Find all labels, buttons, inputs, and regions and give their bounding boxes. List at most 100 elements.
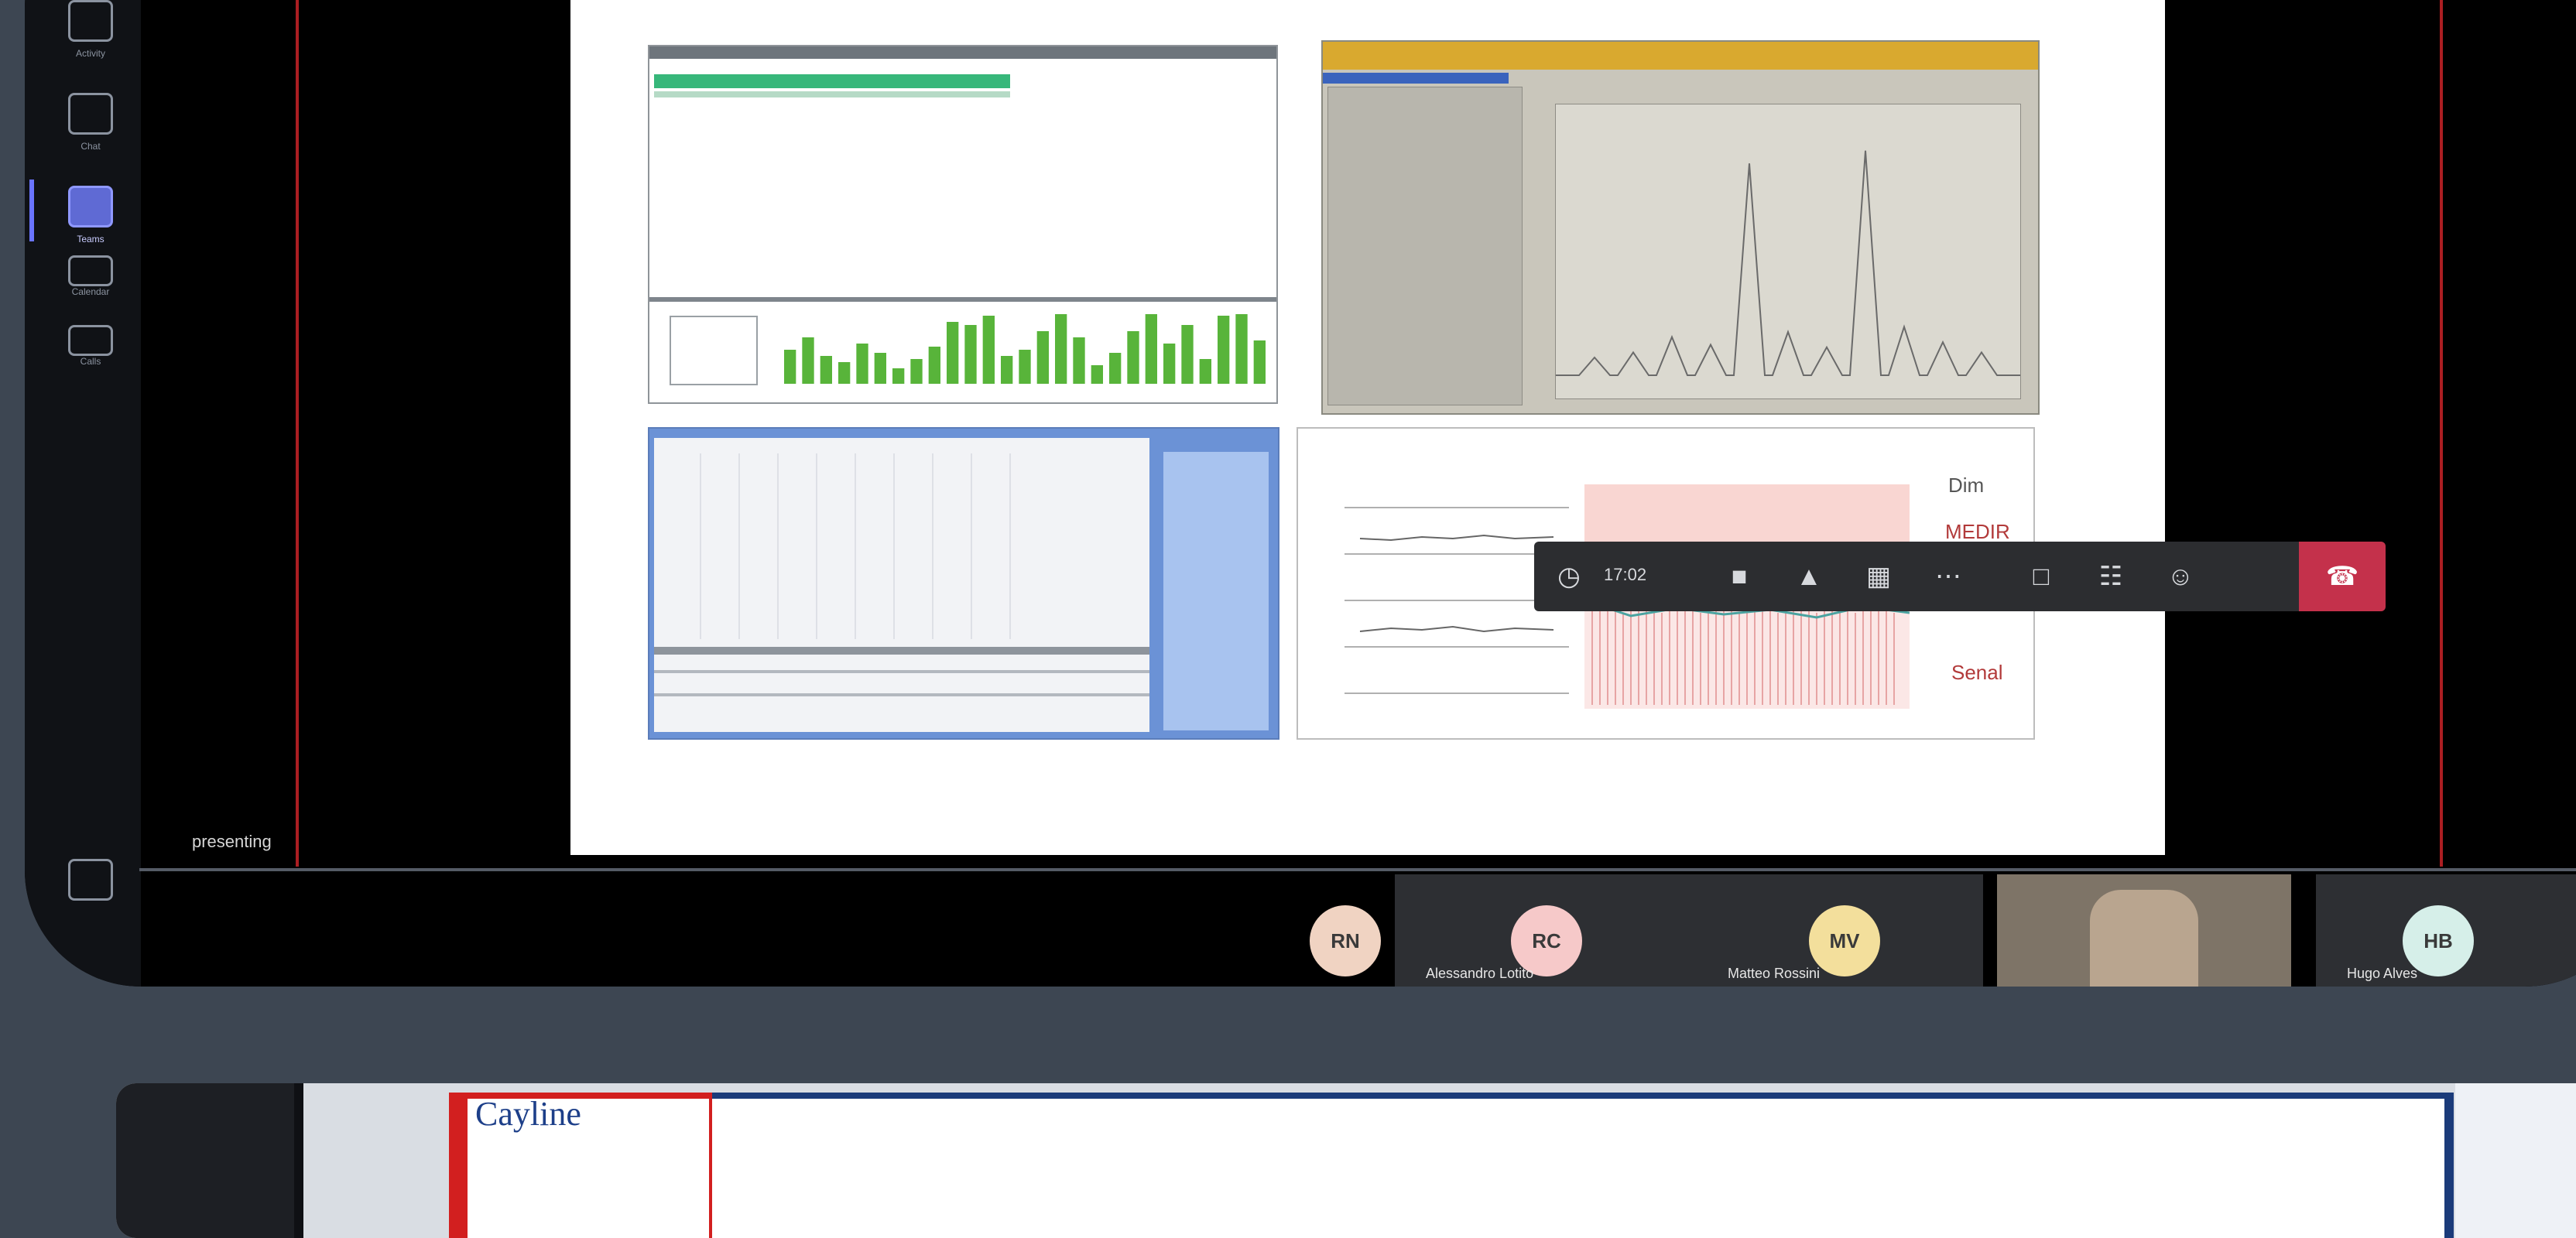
rail-active-indicator <box>29 180 34 241</box>
document-area <box>458 1099 2444 1238</box>
data-grid <box>1327 87 1523 405</box>
presenter-label: presenting <box>192 832 272 851</box>
graph-bar <box>820 356 832 384</box>
side-pane <box>1163 452 1269 730</box>
chat-icon: □ <box>2033 561 2050 591</box>
avatar: RN <box>1310 905 1381 976</box>
graph-bar <box>1055 314 1067 384</box>
graph-bar <box>1036 331 1049 384</box>
graph-bar <box>1218 316 1230 384</box>
graph-bar <box>1145 314 1157 384</box>
window-right-pane <box>2455 1083 2576 1238</box>
graph-bar <box>802 337 814 384</box>
call-timer: 17:02 <box>1604 565 1647 584</box>
graph-bar <box>1235 314 1248 384</box>
rail-item-calls[interactable]: Calls <box>56 325 125 410</box>
camera-button[interactable]: ■ <box>1704 542 1774 611</box>
spectrum-line <box>1556 150 2020 376</box>
participant-video-tile[interactable] <box>1997 874 2291 987</box>
people-button[interactable]: ☷ <box>2076 542 2146 611</box>
stage-divider <box>139 868 2576 871</box>
label-medir: MEDIR <box>1945 520 2010 543</box>
graph-bar <box>1181 325 1194 384</box>
stage-border-right <box>2440 0 2443 867</box>
progress-strip-secondary <box>654 91 1010 97</box>
sheet-gridlines <box>654 453 1149 696</box>
label-dim: Dim <box>1948 474 1985 497</box>
reactions-icon: ☺ <box>2167 561 2194 591</box>
apps-icon <box>68 859 113 901</box>
panel-titlebar <box>649 46 1276 59</box>
screenshot-panel-top-right <box>1321 40 2040 415</box>
green-bar-graph <box>784 314 1266 384</box>
rail-item-apps[interactable] <box>56 859 125 944</box>
participant-name: Alessandro Lotito <box>1426 966 1534 981</box>
more-button[interactable]: ⋯ <box>1913 542 1983 611</box>
participant-name: Matteo Rossini <box>1728 966 1821 981</box>
mic-button[interactable]: ▲ <box>1774 542 1844 611</box>
panel-titlebar <box>1323 42 2038 70</box>
meeting-toolbar: ◷ 17:02 ■ ▲ ▦ ⋯ □ ☷ ☺ ☎ <box>1534 542 2386 611</box>
screenshot-panel-top-left <box>648 45 1278 404</box>
graph-bar <box>1127 331 1139 384</box>
mic-icon: ▲ <box>1796 561 1822 591</box>
participant-tile[interactable]: RC Alessandro Lotito <box>1395 874 1689 987</box>
second-window: Cayline <box>116 1083 2576 1238</box>
phone-icon <box>68 325 113 356</box>
graph-bar <box>892 368 905 384</box>
graph-bar <box>1001 356 1013 384</box>
shared-slide: Dim MEDIR Dos/Dec Senal ◷ 17:02 ■ ▲ ▦ ⋯ … <box>570 0 2386 855</box>
camera-icon: ■ <box>1731 561 1748 591</box>
document-tab[interactable]: Cayline <box>468 1095 709 1238</box>
share-icon: ▦ <box>1865 562 1892 591</box>
window-sidebar-divider <box>294 1083 303 1238</box>
rail-item-chat[interactable]: Chat <box>56 93 125 178</box>
mini-window <box>670 316 758 385</box>
spectrum-plot <box>1555 104 2021 399</box>
reactions-button[interactable]: ☺ <box>2146 542 2215 611</box>
document-tab-title: Cayline <box>475 1095 581 1133</box>
calendar-icon <box>68 255 113 286</box>
window-sidebar <box>116 1083 294 1238</box>
graph-bar <box>784 350 796 384</box>
graph-bar <box>1199 359 1211 384</box>
graph-bar <box>1091 365 1103 384</box>
table-sheet <box>654 438 1149 732</box>
graph-bar <box>1163 344 1176 384</box>
meeting-window: Activity Chat Teams Calendar Calls prese… <box>25 0 2576 987</box>
more-icon: ⋯ <box>1935 562 1961 591</box>
label-senal: Senal <box>1951 661 2003 684</box>
participant-tile[interactable]: HB Hugo Alves <box>2316 874 2576 987</box>
participant-video <box>2090 890 2198 987</box>
leave-call-button[interactable]: ☎ <box>2299 542 2386 611</box>
graph-bar <box>947 322 959 384</box>
panel-divider <box>649 297 1276 302</box>
teams-icon <box>68 186 113 227</box>
graph-bar <box>982 316 995 384</box>
timer-icon: ◷ <box>1557 562 1581 591</box>
participant-name: Hugo Alves <box>2347 966 2418 981</box>
graph-bar <box>1253 340 1266 384</box>
share-button[interactable]: ▦ <box>1844 542 1913 611</box>
participant-tile[interactable]: RN <box>1286 874 1410 987</box>
graph-bar <box>856 344 868 384</box>
people-icon: ☷ <box>2098 562 2123 591</box>
graph-bar <box>1073 337 1085 384</box>
graph-bar <box>964 325 977 384</box>
bell-icon <box>68 0 113 42</box>
chat-button[interactable]: □ <box>2006 542 2076 611</box>
rail-item-activity[interactable]: Activity <box>56 0 125 85</box>
stage-border-left <box>296 0 299 867</box>
screenshot-panel-bottom-left <box>648 427 1279 740</box>
graph-bar <box>874 353 886 384</box>
hang-up-icon: ☎ <box>2325 562 2359 591</box>
graph-bar <box>838 362 851 384</box>
progress-strip <box>654 74 1010 88</box>
chat-icon <box>68 93 113 135</box>
participant-tile[interactable]: MV Matteo Rossini <box>1689 874 1983 987</box>
graph-bar <box>1109 353 1122 384</box>
selection-bar <box>1323 73 1509 84</box>
graph-bar <box>1019 350 1031 384</box>
graph-bar <box>910 359 923 384</box>
graph-bar <box>928 347 940 384</box>
